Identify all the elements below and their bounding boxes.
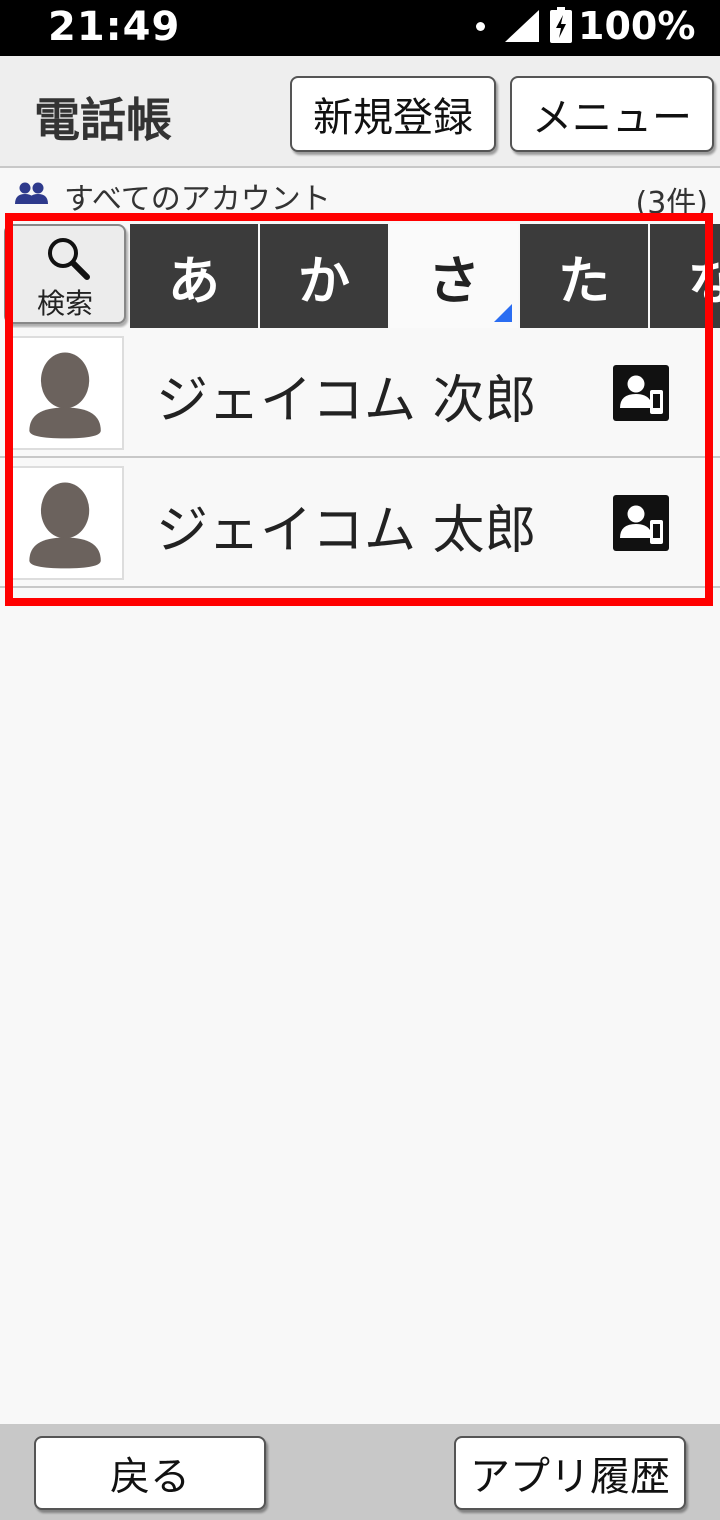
avatar <box>10 466 124 580</box>
contact-row[interactable]: ジェイコム 太郎 <box>0 458 720 588</box>
person-placeholder-icon <box>29 482 101 569</box>
tab-kana-na[interactable]: な <box>650 224 720 328</box>
account-label: すべてのアカウント <box>64 182 331 217</box>
tab-kana-a[interactable]: あ <box>130 224 258 328</box>
contact-name: ジェイコム 次郎 <box>156 371 537 431</box>
app-history-button[interactable]: アプリ履歴 <box>454 1436 686 1510</box>
tab-kana-sa[interactable]: さ <box>390 224 518 328</box>
search-tab[interactable]: 検索 <box>4 224 126 324</box>
page-title: 電話帳 <box>34 93 172 147</box>
status-time: 21:49 <box>48 4 181 50</box>
index-tabs: 検索 あ か さ た な <box>0 222 720 328</box>
back-button[interactable]: 戻る <box>34 1436 266 1510</box>
menu-button[interactable]: メニュー <box>510 76 714 152</box>
contact-row[interactable]: ジェイコム 次郎 <box>0 328 720 458</box>
person-placeholder-icon <box>29 352 101 439</box>
phone-contact-icon <box>613 495 669 551</box>
tab-kana-ka[interactable]: か <box>260 224 388 328</box>
signal-icon <box>505 10 539 42</box>
app-header: 電話帳 新規登録 メニュー <box>0 56 720 168</box>
account-filter[interactable]: すべてのアカウント (3件) <box>0 170 720 221</box>
accounts-icon <box>15 182 48 204</box>
status-bar: 21:49 100% <box>0 0 720 56</box>
selected-marker-icon <box>494 304 512 322</box>
bottom-nav: 戻る アプリ履歴 <box>0 1424 720 1520</box>
search-tab-label: 検索 <box>36 287 93 320</box>
notification-dot-icon <box>476 22 485 31</box>
battery-charging-icon <box>550 7 572 43</box>
search-icon <box>48 238 90 280</box>
tab-kana-sa-label: さ <box>427 251 480 312</box>
battery-percent: 100% <box>578 4 696 48</box>
phone-contact-icon <box>613 365 669 421</box>
contact-name: ジェイコム 太郎 <box>156 501 537 561</box>
new-contact-button[interactable]: 新規登録 <box>290 76 496 152</box>
avatar <box>10 336 124 450</box>
tab-kana-ta[interactable]: た <box>520 224 648 328</box>
contact-count: (3件) <box>635 186 709 221</box>
